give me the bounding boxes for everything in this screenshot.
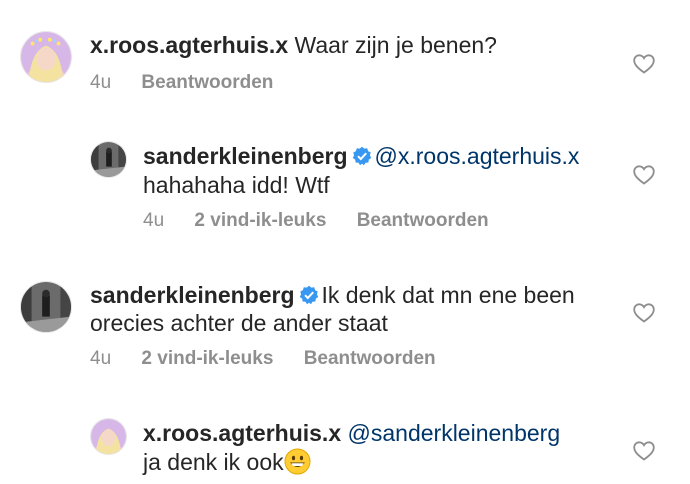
comment-text: Waar zijn je benen?	[294, 32, 497, 58]
avatar[interactable]	[90, 418, 127, 455]
comment-text: Ik denk dat mn ene been	[321, 282, 575, 308]
comment-text: hahahaha idd! Wtf	[143, 172, 330, 198]
heart-outline-icon[interactable]	[633, 303, 655, 323]
comment-mention[interactable]: @sanderkleinenberg	[348, 420, 561, 446]
avatar[interactable]	[20, 31, 72, 83]
grinning-face-emoji	[284, 448, 311, 475]
comment-username[interactable]: x.roos.agterhuis.x	[90, 32, 288, 58]
comment-time: 4u	[90, 72, 112, 93]
heart-outline-icon[interactable]	[633, 441, 655, 461]
comment-username[interactable]: x.roos.agterhuis.x	[143, 420, 341, 446]
reply-button[interactable]: Beantwoorden	[357, 210, 489, 232]
reply-button[interactable]: Beantwoorden	[304, 348, 436, 370]
heart-outline-icon[interactable]	[633, 165, 655, 185]
comment-username[interactable]: sanderkleinenberg	[143, 143, 348, 169]
comment-text: ja denk ik ook	[143, 449, 284, 475]
comment-mention[interactable]: @x.roos.agterhuis.x	[375, 143, 580, 169]
verified-badge-icon	[299, 285, 319, 305]
reply-button[interactable]: Beantwoorden	[141, 72, 273, 94]
avatar[interactable]	[20, 281, 72, 333]
comment-username[interactable]: sanderkleinenberg	[90, 282, 295, 308]
verified-badge-icon	[352, 146, 372, 166]
comment-time: 4u	[143, 210, 165, 231]
likes-count[interactable]: 2 vind-ik-leuks	[141, 348, 273, 370]
heart-outline-icon[interactable]	[633, 54, 655, 74]
likes-count[interactable]: 2 vind-ik-leuks	[194, 210, 326, 232]
comment-time: 4u	[90, 348, 112, 369]
avatar[interactable]	[90, 141, 127, 178]
comment-text: orecies achter de ander staat	[90, 310, 388, 336]
